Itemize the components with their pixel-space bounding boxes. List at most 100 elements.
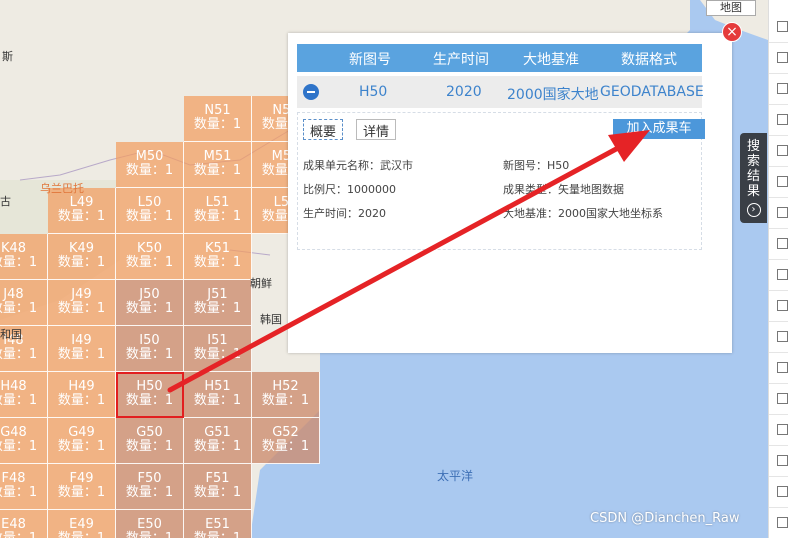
row-checkbox[interactable]: [777, 424, 788, 435]
row-checkbox[interactable]: [777, 207, 788, 218]
tile-label: L51: [205, 195, 230, 210]
tile-count: 数量：1: [193, 209, 242, 224]
row-checkbox[interactable]: [777, 455, 788, 466]
grid-tile-j48[interactable]: J48数量：1: [0, 280, 48, 326]
header-sheet: 新图号: [349, 52, 391, 68]
checklist-row: [769, 105, 788, 136]
grid-tile-h52[interactable]: H52 数量：1: [252, 372, 320, 418]
row-checkbox[interactable]: [777, 331, 788, 342]
tile-label: H51: [204, 379, 231, 394]
grid-tile-e49[interactable]: E49数量：1: [48, 510, 116, 538]
row-checkbox[interactable]: [777, 145, 788, 156]
tile-count: 数量：1: [261, 439, 310, 454]
grid-tile-i49[interactable]: I49 数量：1: [48, 326, 116, 372]
search-results-tab[interactable]: 搜 索 结 果 ›: [740, 133, 767, 223]
tile-label: H50: [136, 379, 163, 394]
grid-tile-j51[interactable]: J51 数量：1: [184, 280, 252, 326]
grid-tile-k49[interactable]: K49 数量：1: [48, 234, 116, 280]
tile-count: 数量：1: [125, 393, 174, 408]
row-checkbox[interactable]: [777, 269, 788, 280]
info-sheet-no: 新图号：H50: [503, 159, 570, 172]
tile-count: 数量：1: [0, 301, 38, 316]
label-sisi: 斯: [2, 50, 13, 63]
tile-count: 数量：1: [0, 439, 38, 454]
side-tab-char-1: 搜: [746, 139, 760, 154]
tile-label: H48: [0, 379, 27, 394]
grid-tile-i50[interactable]: I50 数量：1: [116, 326, 184, 372]
grid-tile-n51[interactable]: N51 数量：1: [184, 96, 252, 142]
grid-tile-g50[interactable]: G50 数量：1: [116, 418, 184, 464]
tile-label: F49: [69, 471, 94, 486]
tile-label: J49: [71, 287, 92, 302]
grid-tile-g51[interactable]: G51 数量：1: [184, 418, 252, 464]
tab-details[interactable]: 详情: [356, 119, 397, 140]
grid-tile-m50[interactable]: M50 数量：1: [116, 142, 184, 188]
grid-tile-h49[interactable]: H49 数量：1: [48, 372, 116, 418]
close-icon[interactable]: ×: [722, 22, 742, 42]
row-checkbox[interactable]: [777, 517, 788, 528]
tile-label: H49: [68, 379, 95, 394]
tile-count: 数量：1: [0, 255, 38, 270]
row-checkbox[interactable]: [777, 176, 788, 187]
grid-tile-f51[interactable]: F51 数量：1: [184, 464, 252, 510]
tile-label: K48: [0, 241, 27, 256]
row-checkbox[interactable]: [777, 52, 788, 63]
grid-tile-l51[interactable]: L51 数量：1: [184, 188, 252, 234]
header-format: 数据格式: [621, 52, 677, 68]
tile-count: 数量：1: [193, 393, 242, 408]
tile-count: 数量：1: [184, 532, 251, 538]
tile-label: M51: [203, 149, 232, 164]
grid-tile-f48[interactable]: F48数量：1: [0, 464, 48, 510]
grid-tile-g48[interactable]: G48数量：1: [0, 418, 48, 464]
grid-tile-h50[interactable]: H50 数量：1: [116, 372, 184, 418]
tab-summary[interactable]: 概要: [303, 119, 344, 140]
tile-count: 数量：1: [193, 439, 242, 454]
grid-tile-g49[interactable]: G49 数量：1: [48, 418, 116, 464]
checklist-row: [769, 446, 788, 477]
grid-tile-k51[interactable]: K51 数量：1: [184, 234, 252, 280]
grid-tile-m51[interactable]: M51 数量：1: [184, 142, 252, 188]
tile-label: K50: [136, 241, 163, 256]
map-type-button[interactable]: 地图: [706, 0, 756, 16]
row-checkbox[interactable]: [777, 300, 788, 311]
tile-label: E48: [1, 517, 26, 532]
result-row[interactable]: H50 2020 2000国家大地 GEODATABASE: [297, 76, 704, 108]
row-sheet: H50: [359, 84, 388, 100]
label-gu: 古: [0, 195, 11, 208]
tile-label: G49: [68, 425, 95, 440]
grid-tile-h51[interactable]: H51 数量：1: [184, 372, 252, 418]
grid-tile-j49[interactable]: J49 数量：1: [48, 280, 116, 326]
tile-count: 数量：1: [57, 393, 106, 408]
row-checkbox[interactable]: [777, 486, 788, 497]
grid-tile-e48[interactable]: E48数量：1: [0, 510, 48, 538]
row-checkbox[interactable]: [777, 362, 788, 373]
checklist-row: [769, 415, 788, 446]
add-to-cart-button[interactable]: 加入成果车: [613, 119, 705, 139]
row-checkbox[interactable]: [777, 393, 788, 404]
tile-label: J50: [139, 287, 160, 302]
tile-count: 数量：1: [125, 439, 174, 454]
grid-tile-j50[interactable]: J50 数量：1: [116, 280, 184, 326]
grid-tile-h48[interactable]: H48数量：1: [0, 372, 48, 418]
checklist-row: [769, 353, 788, 384]
grid-tile-i51[interactable]: I51 数量：1: [184, 326, 252, 372]
tile-count: 数量：1: [193, 163, 242, 178]
grid-tile-e51[interactable]: E51数量：1: [184, 510, 252, 538]
grid-tile-e50[interactable]: E50数量：1: [116, 510, 184, 538]
row-checkbox[interactable]: [777, 238, 788, 249]
grid-tile-k48[interactable]: K48数量：1: [0, 234, 48, 280]
tile-label: I51: [207, 333, 228, 348]
tile-count: 数量：1: [261, 393, 310, 408]
grid-tile-l50[interactable]: L50 数量：1: [116, 188, 184, 234]
grid-tile-f49[interactable]: F49 数量：1: [48, 464, 116, 510]
checklist-row: [769, 291, 788, 322]
row-checkbox[interactable]: [777, 83, 788, 94]
grid-tile-k50[interactable]: K50 数量：1: [116, 234, 184, 280]
row-checkbox[interactable]: [777, 21, 788, 32]
collapse-icon[interactable]: [303, 84, 319, 100]
row-year: 2020: [446, 84, 482, 100]
row-checkbox[interactable]: [777, 114, 788, 125]
info-scale: 比例尺：1000000: [303, 183, 396, 196]
grid-tile-g52[interactable]: G52 数量：1: [252, 418, 320, 464]
grid-tile-f50[interactable]: F50 数量：1: [116, 464, 184, 510]
